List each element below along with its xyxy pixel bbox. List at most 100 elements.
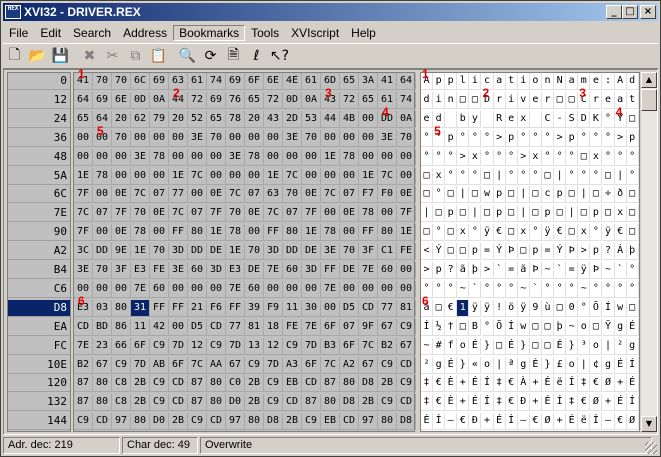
- text-char[interactable]: Í: [590, 413, 603, 431]
- hex-byte[interactable]: C8: [112, 394, 131, 412]
- text-char[interactable]: }: [457, 356, 470, 374]
- hex-byte[interactable]: CD: [359, 299, 378, 317]
- hex-byte[interactable]: 00: [131, 129, 150, 147]
- text-char[interactable]: Ø: [542, 413, 554, 431]
- hex-byte[interactable]: 13: [245, 337, 264, 355]
- hex-byte[interactable]: 00: [321, 205, 340, 223]
- hex-byte[interactable]: 3F: [112, 262, 131, 279]
- text-char[interactable]: «: [469, 356, 482, 374]
- text-char[interactable]: i: [517, 73, 530, 90]
- text-char[interactable]: x: [517, 224, 530, 242]
- hex-byte[interactable]: F6: [207, 299, 226, 317]
- hex-byte[interactable]: 60: [245, 280, 264, 298]
- hex-byte[interactable]: E3: [226, 262, 245, 279]
- text-char[interactable]: □: [566, 91, 579, 109]
- hex-byte[interactable]: 00: [245, 129, 264, 147]
- hex-byte[interactable]: 7C: [378, 167, 397, 185]
- menu-xviscript[interactable]: XVIscript: [285, 25, 345, 41]
- hex-byte[interactable]: 69: [226, 73, 245, 90]
- hex-byte[interactable]: 76: [226, 91, 245, 109]
- hex-byte[interactable]: 3E: [226, 148, 245, 166]
- hex-byte[interactable]: 63: [264, 186, 283, 204]
- text-char[interactable]: □: [566, 224, 579, 242]
- hex-byte[interactable]: 0A: [302, 91, 321, 109]
- hex-byte[interactable]: 67: [93, 356, 112, 374]
- text-char[interactable]: □: [529, 205, 542, 223]
- text-char[interactable]: `: [493, 262, 506, 279]
- text-char[interactable]: i: [433, 91, 446, 109]
- hex-byte[interactable]: 00: [378, 148, 397, 166]
- hex-byte[interactable]: CD: [207, 318, 226, 336]
- hex-byte[interactable]: DD: [93, 243, 112, 261]
- text-char[interactable]: }: [566, 337, 579, 355]
- text-char[interactable]: :: [602, 73, 615, 90]
- text-char[interactable]: □: [445, 243, 458, 261]
- text-char[interactable]: þ: [554, 318, 567, 336]
- hex-byte[interactable]: 2B: [131, 394, 150, 412]
- hex-byte[interactable]: 00: [188, 186, 207, 204]
- hex-byte[interactable]: 00: [131, 167, 150, 185]
- hex-byte[interactable]: 0E: [207, 186, 226, 204]
- text-char[interactable]: °: [469, 129, 482, 147]
- context-help-icon[interactable]: ↖?: [268, 45, 291, 67]
- hex-byte[interactable]: 80: [340, 375, 359, 393]
- text-char[interactable]: D: [578, 110, 591, 128]
- text-char[interactable]: n: [445, 91, 458, 109]
- text-char[interactable]: a: [566, 73, 579, 90]
- text-char[interactable]: p: [590, 243, 603, 261]
- text-char[interactable]: ~: [602, 262, 615, 279]
- hex-byte[interactable]: 67: [397, 337, 416, 355]
- text-char[interactable]: g: [433, 356, 446, 374]
- menu-edit[interactable]: Edit: [34, 25, 67, 41]
- text-char[interactable]: €: [457, 413, 470, 431]
- hex-byte[interactable]: 7C: [359, 337, 378, 355]
- hex-byte[interactable]: 67: [378, 318, 397, 336]
- text-char[interactable]: r: [590, 91, 603, 109]
- paste-icon[interactable]: 📋: [147, 45, 170, 67]
- hex-byte[interactable]: 00: [397, 280, 416, 298]
- hex-byte[interactable]: 0E: [397, 186, 416, 204]
- hex-byte[interactable]: 21: [188, 299, 207, 317]
- hex-byte[interactable]: FF: [169, 299, 188, 317]
- text-char[interactable]: □: [469, 186, 482, 204]
- text-char[interactable]: x: [469, 148, 482, 166]
- text-char[interactable]: °: [445, 148, 458, 166]
- hex-byte[interactable]: 00: [188, 148, 207, 166]
- hex-byte[interactable]: 6F: [131, 337, 150, 355]
- hex-byte[interactable]: 00: [359, 280, 378, 298]
- hex-byte[interactable]: 78: [131, 224, 150, 242]
- text-char[interactable]: €: [433, 375, 446, 393]
- hex-byte[interactable]: 00: [150, 129, 169, 147]
- hex-byte[interactable]: 64: [397, 73, 416, 90]
- hex-byte[interactable]: 20: [112, 110, 131, 128]
- text-char[interactable]: °: [529, 129, 542, 147]
- hex-byte[interactable]: 11: [283, 299, 302, 317]
- hex-byte[interactable]: 0D: [131, 91, 150, 109]
- hex-byte[interactable]: 80: [93, 375, 112, 393]
- text-char[interactable]: N: [554, 73, 567, 90]
- hex-byte[interactable]: 00: [112, 167, 131, 185]
- hex-byte[interactable]: CD: [169, 375, 188, 393]
- hex-byte[interactable]: 1E: [264, 167, 283, 185]
- hex-byte[interactable]: C9: [264, 375, 283, 393]
- text-char[interactable]: É: [421, 413, 433, 431]
- text-char[interactable]: |: [493, 167, 506, 185]
- hex-byte[interactable]: 6F: [302, 356, 321, 374]
- hex-byte[interactable]: C9: [283, 337, 302, 355]
- hex-byte[interactable]: 7C: [283, 167, 302, 185]
- text-char[interactable]: |: [578, 356, 591, 374]
- hex-byte[interactable]: 3D: [302, 262, 321, 279]
- text-char[interactable]: €: [505, 375, 518, 393]
- text-char[interactable]: °: [493, 280, 506, 298]
- hex-byte[interactable]: 87: [74, 375, 93, 393]
- hex-byte[interactable]: 00: [340, 129, 359, 147]
- hex-byte[interactable]: 07: [150, 186, 169, 204]
- hex-byte[interactable]: 00: [321, 167, 340, 185]
- hex-byte[interactable]: B2: [378, 337, 397, 355]
- text-char[interactable]: o: [457, 337, 470, 355]
- hex-byte[interactable]: AA: [207, 356, 226, 374]
- text-char[interactable]: °: [602, 280, 615, 298]
- text-char[interactable]: °: [554, 280, 567, 298]
- text-char[interactable]: □: [626, 186, 639, 204]
- maximize-button[interactable]: □: [622, 5, 638, 19]
